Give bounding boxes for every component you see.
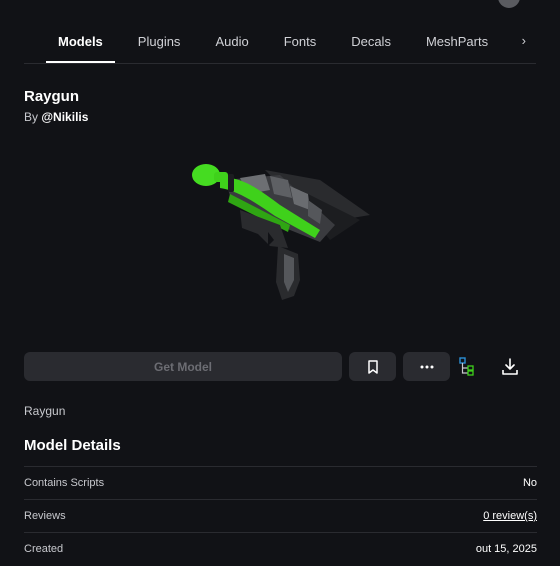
bookmark-button[interactable] [349,352,396,381]
get-model-button[interactable]: Get Model [24,352,342,381]
bookmark-icon [367,359,378,374]
detail-label: Reviews [24,510,66,522]
tab-decals[interactable]: Decals [351,24,391,54]
details-heading: Model Details [24,437,121,454]
more-options-button[interactable] [403,352,450,381]
detail-value: No [522,477,537,489]
reviews-link[interactable]: 0 review(s) [483,510,537,522]
detail-row-created: Created out 15, 2025 [24,532,537,566]
asset-title: Raygun [24,88,80,105]
chevron-right-icon[interactable]: › [522,33,526,48]
tab-meshparts[interactable]: MeshParts [426,24,488,54]
detail-value: out 15, 2025 [475,543,537,555]
detail-label: Contains Scripts [24,477,105,489]
creator-link[interactable]: @Nikilis [41,110,88,124]
avatar[interactable] [498,0,520,8]
category-tabs: Models Plugins Audio Fonts Decals MeshPa… [46,24,523,64]
detail-row-reviews: Reviews 0 review(s) [24,499,537,533]
tab-models[interactable]: Models [46,24,115,63]
detail-label: Created [24,543,64,555]
tab-audio[interactable]: Audio [215,24,248,54]
download-icon [502,358,518,375]
tabs-divider [24,63,536,64]
byline: By @Nikilis [24,110,88,124]
raygun-model-image [192,164,370,300]
action-bar: Get Model [24,352,450,381]
model-preview[interactable] [170,150,390,320]
top-navigation: Models Plugins Audio Fonts Decals MeshPa… [0,0,560,64]
tab-fonts[interactable]: Fonts [284,24,317,54]
download-button[interactable] [499,356,521,378]
ellipsis-icon [420,365,433,368]
byline-prefix: By [24,110,39,124]
hierarchy-button[interactable] [456,356,478,378]
hierarchy-icon [459,357,474,376]
tab-plugins[interactable]: Plugins [138,24,181,54]
asset-description: Raygun [24,404,66,418]
detail-row-contains-scripts: Contains Scripts No [24,466,537,500]
